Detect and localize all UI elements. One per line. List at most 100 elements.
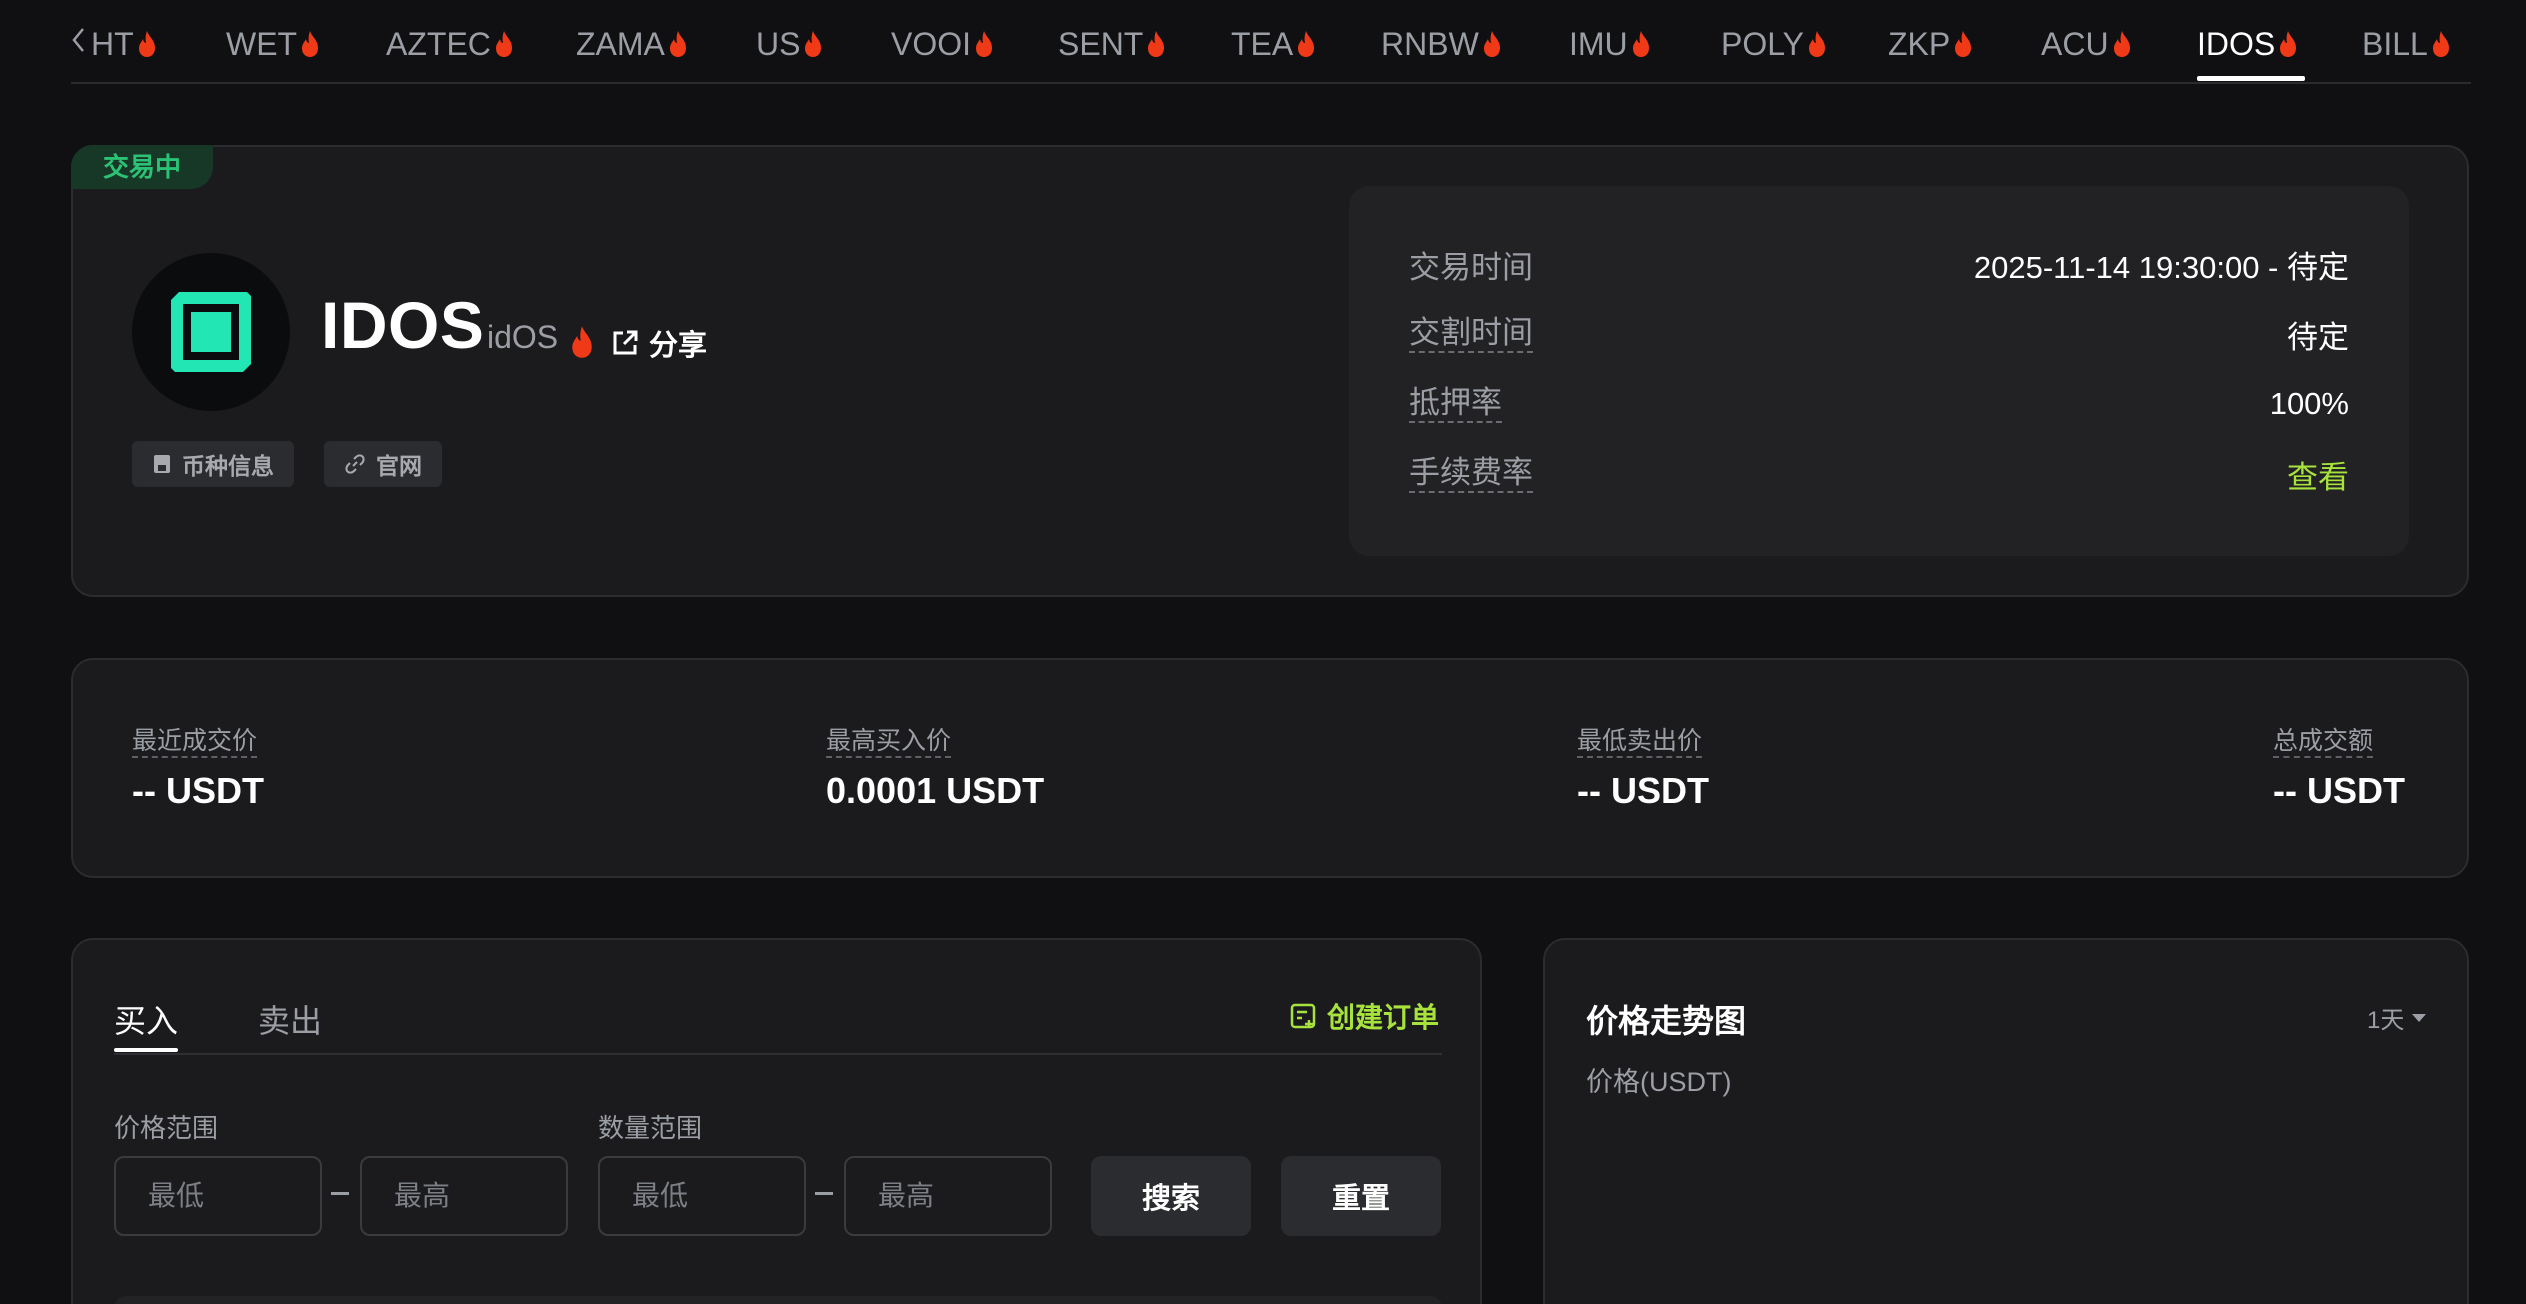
token-info-card: 交易中 IDOS idOS 分享 币种信息 官网 交易时间 2025-11-14… xyxy=(71,145,2469,597)
trade-time-label: 交易时间 xyxy=(1409,249,1533,285)
tab-bill[interactable]: BILL xyxy=(2362,22,2451,66)
document-icon xyxy=(154,455,170,473)
best-ask-label[interactable]: 最低卖出价 xyxy=(1577,726,1703,758)
qty-max-input[interactable] xyxy=(844,1156,1052,1236)
token-symbol: IDOS xyxy=(321,288,485,362)
tab-label: SENT xyxy=(1058,25,1144,62)
tab-sent[interactable]: SENT xyxy=(1058,22,1166,66)
period-value: 1天 xyxy=(2367,1007,2405,1034)
range-dash xyxy=(815,1192,833,1195)
official-site-button[interactable]: 官网 xyxy=(324,441,442,487)
tab-idos[interactable]: IDOS xyxy=(2197,22,2298,66)
last-price-value: -- USDT xyxy=(132,770,264,811)
fire-icon xyxy=(1632,31,1649,57)
best-bid-stat: 最高买入价 0.0001 USDT xyxy=(826,726,1044,812)
reset-button[interactable]: 重置 xyxy=(1281,1156,1441,1236)
status-badge: 交易中 xyxy=(71,145,213,189)
tab-label: WET xyxy=(226,25,298,62)
best-ask-stat: 最低卖出价 -- USDT xyxy=(1577,726,1709,812)
official-site-label: 官网 xyxy=(376,453,422,479)
tab-us[interactable]: US xyxy=(756,22,823,66)
range-dash xyxy=(331,1192,349,1195)
fire-icon xyxy=(138,31,155,57)
create-order-button[interactable]: 创建订单 xyxy=(1289,996,1439,1036)
total-volume-label[interactable]: 总成交额 xyxy=(2273,726,2374,758)
last-price-label[interactable]: 最近成交价 xyxy=(132,726,258,758)
share-label: 分享 xyxy=(649,330,708,362)
tab-zkp[interactable]: ZKP xyxy=(1888,22,1973,66)
token-name: idOS xyxy=(487,319,559,355)
tab-poly[interactable]: POLY xyxy=(1721,22,1827,66)
last-price-stat: 最近成交价 -- USDT xyxy=(132,726,264,812)
external-link-icon xyxy=(613,330,638,355)
active-tab-indicator xyxy=(2197,76,2305,81)
chevron-left-icon[interactable] xyxy=(71,26,91,62)
fire-icon xyxy=(976,31,993,57)
fire-icon xyxy=(495,31,512,57)
tab-label: AZTEC xyxy=(386,25,491,62)
tab-label: HT xyxy=(91,25,134,62)
fire-icon xyxy=(2432,31,2449,57)
tab-imu[interactable]: IMU xyxy=(1569,22,1651,66)
tab-buy[interactable]: 买入 xyxy=(114,996,178,1042)
active-side-indicator xyxy=(114,1048,178,1052)
price-chart-panel: 价格走势图 1天 价格(USDT) xyxy=(1543,938,2469,1304)
fire-icon xyxy=(2280,31,2297,57)
tab-wet[interactable]: WET xyxy=(226,22,320,66)
tab-label: VOOI xyxy=(891,25,972,62)
fee-view-link[interactable]: 查看 xyxy=(2287,452,2349,497)
price-min-input[interactable] xyxy=(114,1156,322,1236)
price-max-input[interactable] xyxy=(360,1156,568,1236)
price-range-label: 价格范围 xyxy=(114,1113,219,1143)
tab-label: POLY xyxy=(1721,25,1804,62)
fire-icon xyxy=(1955,31,1972,57)
tab-label: RNBW xyxy=(1381,25,1479,62)
fire-icon xyxy=(1298,31,1315,57)
tab-aztec[interactable]: AZTEC xyxy=(386,22,514,66)
tab-vooi[interactable]: VOOI xyxy=(891,22,994,66)
tab-ht[interactable]: HT xyxy=(91,22,157,66)
delivery-time-row: 交割时间 待定 xyxy=(1409,312,2349,356)
fee-row: 手续费率 查看 xyxy=(1409,452,2349,496)
best-bid-label[interactable]: 最高买入价 xyxy=(826,726,952,758)
chart-title: 价格走势图 xyxy=(1586,1003,1747,1039)
tab-zama[interactable]: ZAMA xyxy=(576,22,688,66)
tab-acu[interactable]: ACU xyxy=(2041,22,2132,66)
total-volume-value: -- USDT xyxy=(2273,770,2405,811)
create-order-label: 创建订单 xyxy=(1327,1002,1440,1033)
tab-label: ZAMA xyxy=(576,25,665,62)
chart-unit-label: 价格(USDT) xyxy=(1586,1067,1732,1097)
trade-time-row: 交易时间 2025-11-14 19:30:00 - 待定 xyxy=(1409,242,2349,286)
tab-label: ACU xyxy=(2041,25,2109,62)
tab-label: ZKP xyxy=(1888,25,1951,62)
tab-rnbw[interactable]: RNBW xyxy=(1381,22,1502,66)
fee-label[interactable]: 手续费率 xyxy=(1409,455,1533,493)
search-button[interactable]: 搜索 xyxy=(1091,1156,1251,1236)
delivery-time-value: 待定 xyxy=(2287,319,2349,355)
share-button[interactable]: 分享 xyxy=(611,323,707,363)
tab-divider xyxy=(114,1053,1442,1055)
tab-label: TEA xyxy=(1231,25,1294,62)
fire-icon xyxy=(1148,31,1165,57)
period-dropdown[interactable]: 1天 xyxy=(2367,1000,2427,1035)
tab-tea[interactable]: TEA xyxy=(1231,22,1316,66)
delivery-time-label[interactable]: 交割时间 xyxy=(1409,315,1533,353)
market-stats-card: 最近成交价 -- USDT 最高买入价 0.0001 USDT 最低卖出价 --… xyxy=(71,658,2469,878)
total-volume-stat: 总成交额 -- USDT xyxy=(2273,726,2405,812)
order-list-panel: 买入 卖出 创建订单 价格范围 数量范围 搜索 重置 xyxy=(71,938,1482,1304)
order-list-header xyxy=(114,1296,1442,1304)
fire-icon xyxy=(1809,31,1825,57)
trade-time-value: 2025-11-14 19:30:00 - 待定 xyxy=(1973,249,2349,285)
collateral-row: 抵押率 100% xyxy=(1409,382,2349,426)
caret-down-icon xyxy=(2412,1013,2427,1022)
token-logo xyxy=(132,253,290,411)
coin-info-button[interactable]: 币种信息 xyxy=(132,441,294,487)
fire-icon xyxy=(805,31,822,57)
collateral-label[interactable]: 抵押率 xyxy=(1409,385,1502,423)
qty-min-input[interactable] xyxy=(598,1156,806,1236)
fire-icon xyxy=(569,325,595,364)
token-tab-bar: HT WET AZTEC ZAMA US VOOI SENT TEA RNBW IMU POLY ZK… xyxy=(71,0,2471,84)
tab-sell[interactable]: 卖出 xyxy=(258,996,322,1042)
coin-info-label: 币种信息 xyxy=(182,453,274,479)
best-bid-value: 0.0001 USDT xyxy=(826,770,1045,811)
